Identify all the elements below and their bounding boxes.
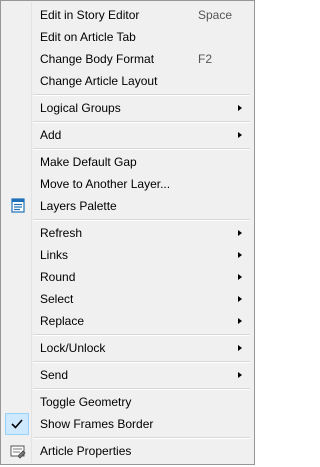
menu-separator (33, 388, 250, 390)
submenu-arrow-icon (238, 318, 242, 324)
menu-item-label: Change Body Format (40, 52, 155, 66)
menu-item-layers-palette[interactable]: Layers Palette (3, 195, 252, 217)
menu-item-logical-groups[interactable]: Logical Groups (3, 97, 252, 119)
menu-separator (33, 94, 250, 96)
menu-item-label: Make Default Gap (40, 155, 137, 169)
menu-item-label: Lock/Unlock (40, 341, 106, 355)
menu-item-links[interactable]: Links (3, 244, 252, 266)
menu-item-edit-on-article-tab[interactable]: Edit on Article Tab (3, 26, 252, 48)
menu-item-make-default-gap[interactable]: Make Default Gap (3, 151, 252, 173)
checkmark-icon (5, 413, 29, 435)
menu-item-refresh[interactable]: Refresh (3, 222, 252, 244)
menu-item-article-properties[interactable]: Article Properties (3, 440, 252, 462)
menu-item-change-body-format[interactable]: Change Body Format F2 (3, 48, 252, 70)
menu-item-label: Refresh (40, 226, 83, 240)
menu-separator (33, 148, 250, 150)
menu-separator (33, 219, 250, 221)
menu-item-label: Select (40, 292, 74, 306)
menu-item-label: Edit on Article Tab (40, 30, 136, 44)
menu-item-lock-unlock[interactable]: Lock/Unlock (3, 337, 252, 359)
menu-item-label: Logical Groups (40, 101, 121, 115)
submenu-arrow-icon (238, 105, 242, 111)
menu-item-label: Show Frames Border (40, 417, 154, 431)
menu-item-label: Article Properties (40, 444, 132, 458)
menu-item-show-frames-border[interactable]: Show Frames Border (3, 413, 252, 435)
menu-item-label: Change Article Layout (40, 74, 158, 88)
submenu-arrow-icon (238, 296, 242, 302)
menu-item-replace[interactable]: Replace (3, 310, 252, 332)
menu-item-send[interactable]: Send (3, 364, 252, 386)
menu-item-label: Move to Another Layer... (40, 177, 171, 191)
menu-item-move-to-another-layer[interactable]: Move to Another Layer... (3, 173, 252, 195)
menu-item-shortcut: F2 (198, 52, 213, 66)
menu-item-round[interactable]: Round (3, 266, 252, 288)
menu-item-label: Replace (40, 314, 85, 328)
menu-separator (33, 361, 250, 363)
menu-item-shortcut: Space (198, 8, 233, 22)
menu-item-label: Layers Palette (40, 199, 117, 213)
submenu-arrow-icon (238, 345, 242, 351)
menu-item-add[interactable]: Add (3, 124, 252, 146)
submenu-arrow-icon (238, 274, 242, 280)
menu-item-toggle-geometry[interactable]: Toggle Geometry (3, 391, 252, 413)
menu-separator (33, 334, 250, 336)
context-menu: Edit in Story Editor Space Edit on Artic… (0, 0, 255, 465)
layers-palette-icon (7, 195, 29, 217)
submenu-arrow-icon (238, 132, 242, 138)
menu-item-label: Links (40, 248, 69, 262)
menu-item-label: Send (40, 368, 69, 382)
menu-separator (33, 437, 250, 439)
menu-item-label: Round (40, 270, 76, 284)
menu-item-label: Edit in Story Editor (40, 8, 140, 22)
menu-separator (33, 121, 250, 123)
menu-item-change-article-layout[interactable]: Change Article Layout (3, 70, 252, 92)
submenu-arrow-icon (238, 372, 242, 378)
menu-item-edit-in-story-editor[interactable]: Edit in Story Editor Space (3, 4, 252, 26)
submenu-arrow-icon (238, 230, 242, 236)
menu-item-label: Toggle Geometry (40, 395, 132, 409)
submenu-arrow-icon (238, 252, 242, 258)
menu-item-select[interactable]: Select (3, 288, 252, 310)
article-properties-icon (7, 440, 29, 462)
menu-item-label: Add (40, 128, 62, 142)
